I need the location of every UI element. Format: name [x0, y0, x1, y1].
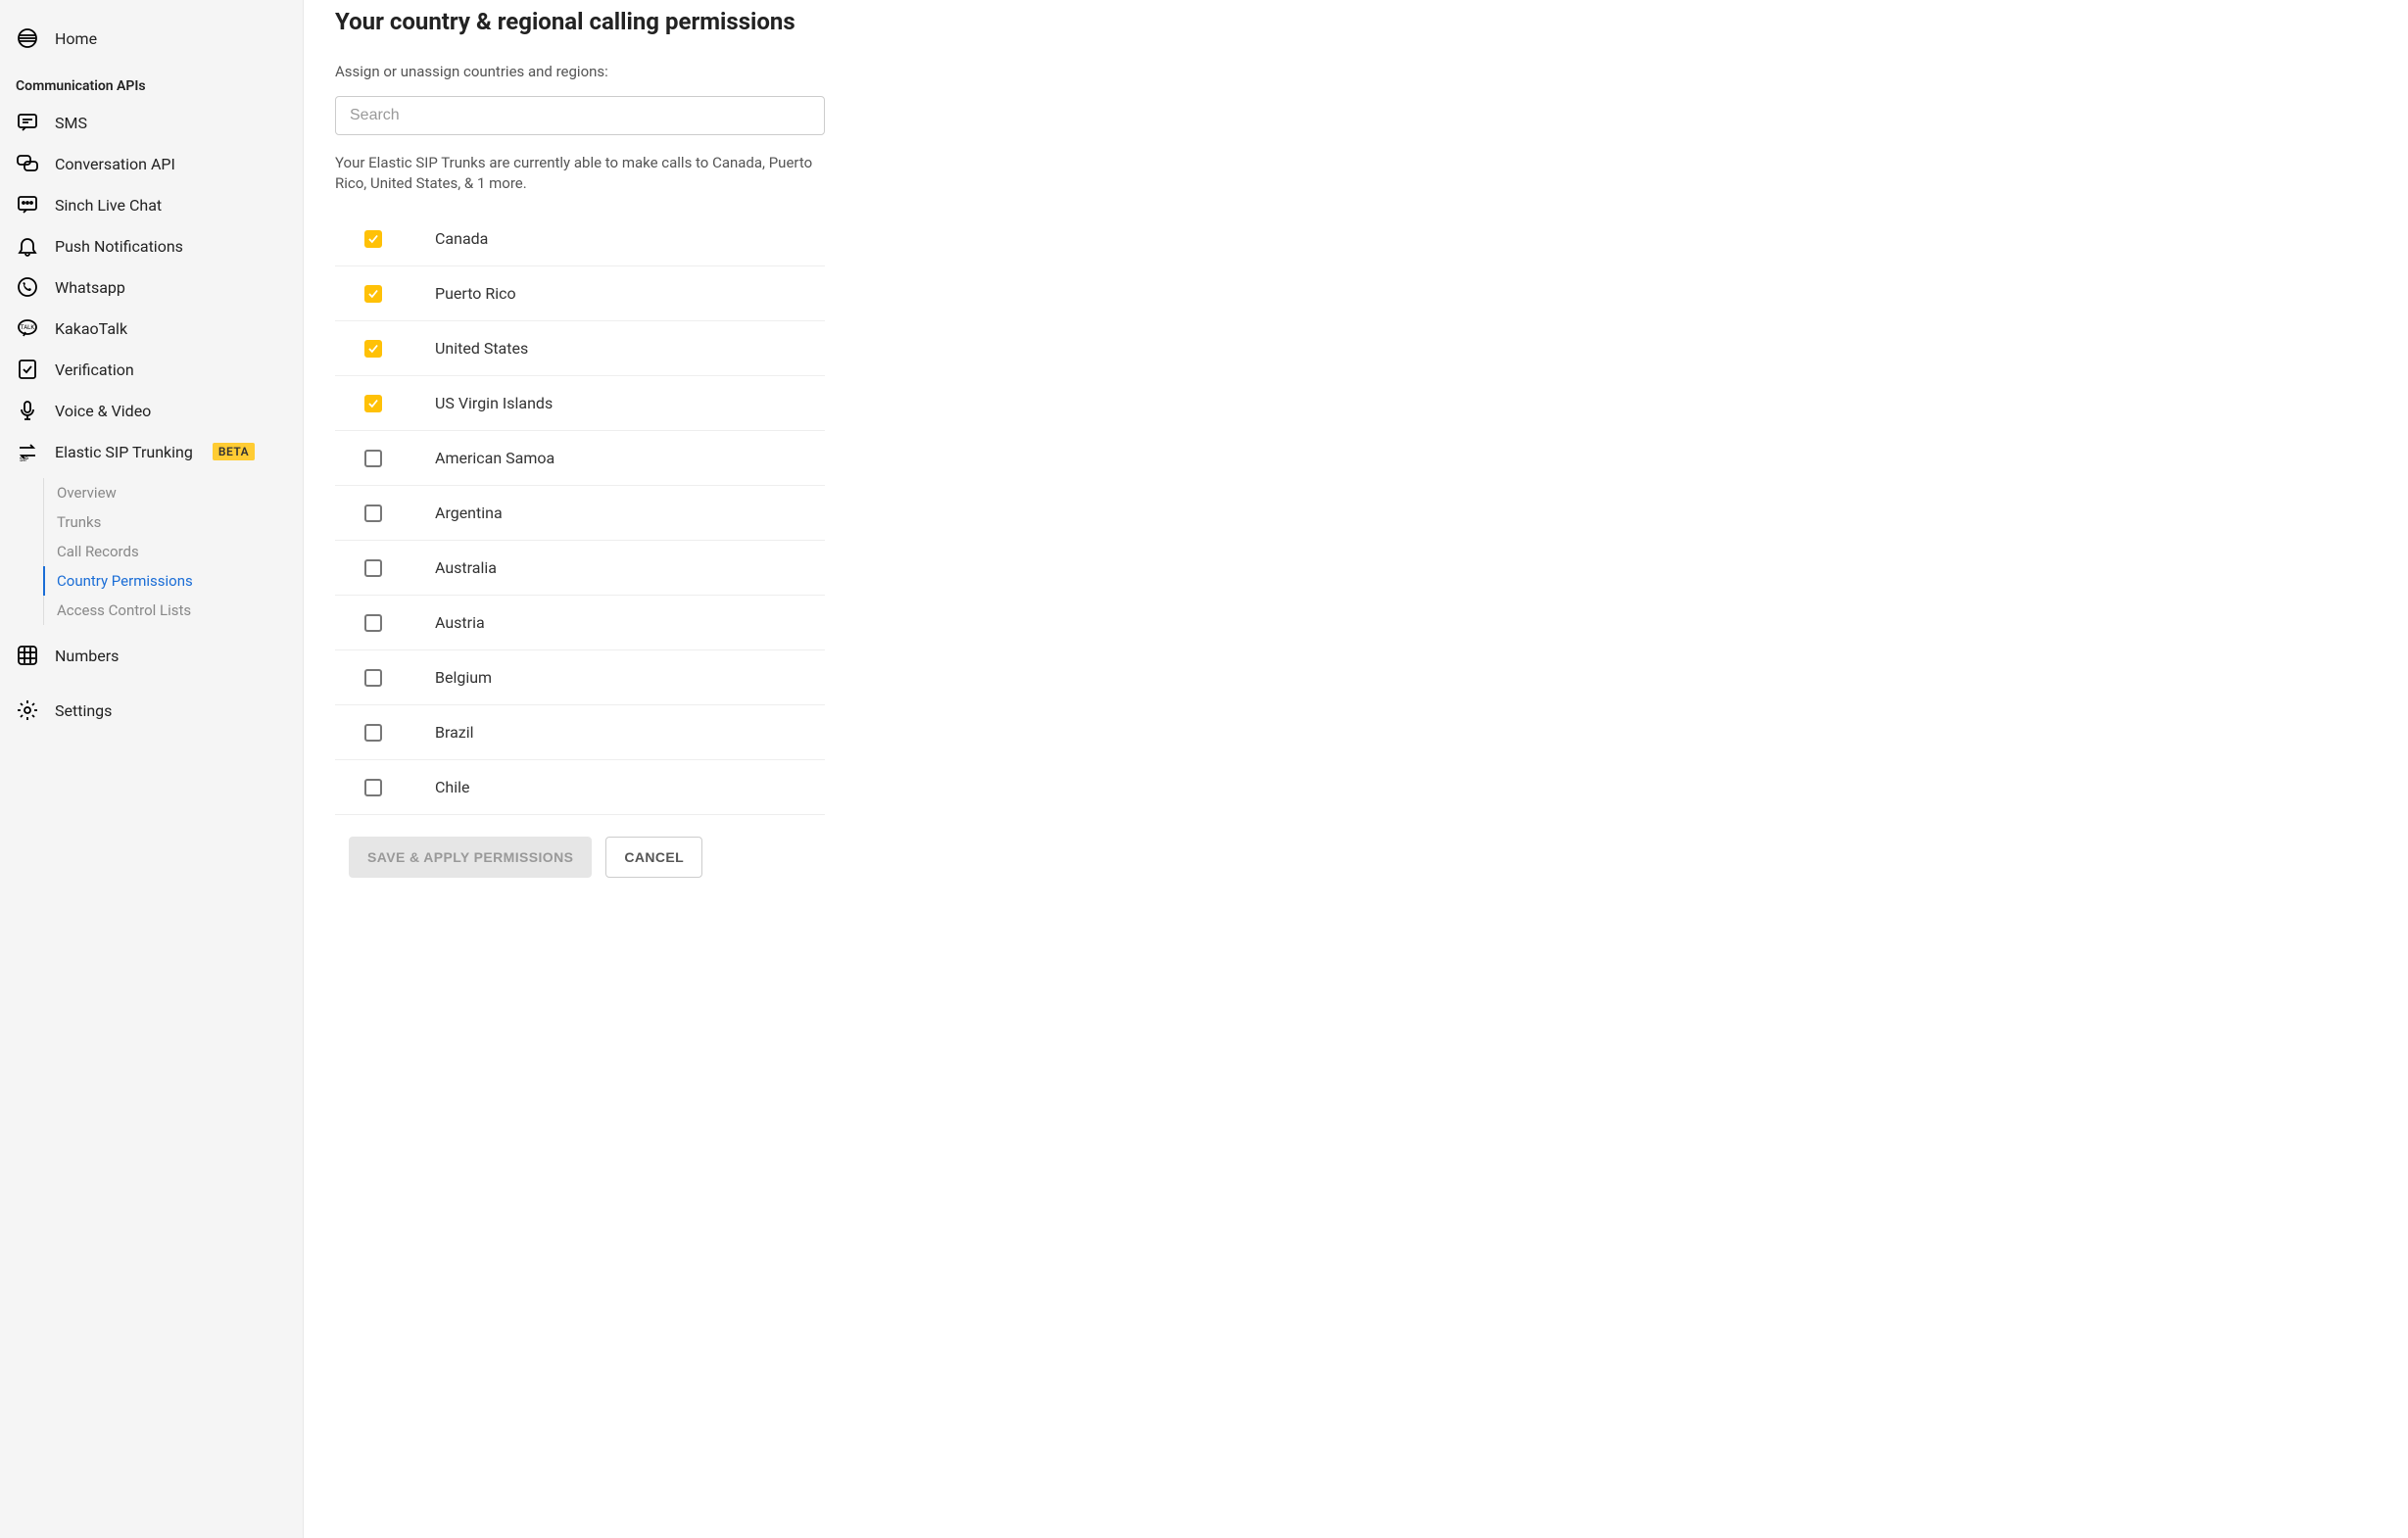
sidebar-item-label: Voice & Video	[55, 402, 151, 420]
country-name: Argentina	[435, 504, 503, 522]
sidebar-section-title: Communication APIs	[0, 59, 303, 102]
country-row: American Samoa	[335, 431, 825, 486]
country-checkbox[interactable]	[364, 614, 382, 632]
country-name: US Virgin Islands	[435, 394, 553, 412]
action-bar: SAVE & APPLY PERMISSIONS CANCEL	[335, 837, 1174, 878]
country-row: Austria	[335, 596, 825, 650]
country-checkbox[interactable]	[364, 395, 382, 412]
save-apply-button[interactable]: SAVE & APPLY PERMISSIONS	[349, 837, 592, 878]
country-name: Belgium	[435, 668, 492, 687]
country-name: Austria	[435, 613, 485, 632]
country-row: US Virgin Islands	[335, 376, 825, 431]
country-name: United States	[435, 339, 528, 358]
sidebar-item-label: Verification	[55, 360, 134, 379]
beta-badge: BETA	[213, 443, 255, 460]
search-input[interactable]	[335, 96, 825, 135]
sidebar-item-kakaotalk[interactable]: TALK KakaoTalk	[0, 308, 303, 349]
bell-icon	[16, 234, 39, 258]
sidebar-item-numbers[interactable]: Numbers	[0, 635, 303, 676]
country-row: United States	[335, 321, 825, 376]
country-row: Puerto Rico	[335, 266, 825, 321]
country-checkbox[interactable]	[364, 559, 382, 577]
sub-item-call-records[interactable]: Call Records	[43, 537, 303, 566]
sidebar-item-label: Push Notifications	[55, 237, 183, 256]
gear-icon	[16, 698, 39, 722]
sms-icon	[16, 111, 39, 134]
country-checkbox[interactable]	[364, 505, 382, 522]
sidebar-item-label: Settings	[55, 701, 112, 720]
status-text: Your Elastic SIP Trunks are currently ab…	[335, 153, 825, 194]
sidebar-item-voice-video[interactable]: Voice & Video	[0, 390, 303, 431]
country-checkbox[interactable]	[364, 340, 382, 358]
whatsapp-icon	[16, 275, 39, 299]
country-row: Canada	[335, 212, 825, 266]
sip-trunking-icon: SIP	[16, 440, 39, 463]
country-checkbox[interactable]	[364, 669, 382, 687]
country-row: Chile	[335, 760, 825, 815]
country-name: Brazil	[435, 723, 474, 742]
country-checkbox[interactable]	[364, 779, 382, 796]
country-checkbox[interactable]	[364, 230, 382, 248]
country-name: Australia	[435, 558, 497, 577]
country-checkbox[interactable]	[364, 724, 382, 742]
sidebar-item-label: Whatsapp	[55, 278, 125, 297]
country-row: Belgium	[335, 650, 825, 705]
country-row: Brazil	[335, 705, 825, 760]
page-subtitle: Assign or unassign countries and regions…	[335, 63, 1174, 80]
country-checkbox[interactable]	[364, 285, 382, 303]
sidebar: Home Communication APIs SMS Conversation…	[0, 0, 304, 1538]
country-row: Argentina	[335, 486, 825, 541]
country-name: Canada	[435, 229, 488, 248]
country-list: Canada Puerto Rico United States US Virgin …	[335, 212, 825, 815]
sub-item-trunks[interactable]: Trunks	[43, 507, 303, 537]
sidebar-item-label: Home	[55, 29, 97, 48]
page-title: Your country & regional calling permissi…	[335, 8, 1174, 35]
sub-item-overview[interactable]: Overview	[43, 478, 303, 507]
sub-item-access-control-lists[interactable]: Access Control Lists	[43, 596, 303, 625]
sidebar-item-whatsapp[interactable]: Whatsapp	[0, 266, 303, 308]
sidebar-item-label: Conversation API	[55, 155, 175, 173]
sidebar-item-home[interactable]: Home	[0, 18, 303, 59]
country-name: Puerto Rico	[435, 284, 516, 303]
sidebar-item-label: KakaoTalk	[55, 319, 127, 338]
sidebar-item-conversation-api[interactable]: Conversation API	[0, 143, 303, 184]
sidebar-item-verification[interactable]: Verification	[0, 349, 303, 390]
sidebar-item-label: Sinch Live Chat	[55, 196, 162, 215]
sub-item-country-permissions[interactable]: Country Permissions	[43, 566, 303, 596]
country-name: Chile	[435, 778, 470, 796]
livechat-icon	[16, 193, 39, 216]
cancel-button[interactable]: CANCEL	[605, 837, 702, 878]
svg-text:TALK: TALK	[21, 324, 34, 331]
sidebar-item-elastic-sip-trunking[interactable]: SIP Elastic SIP Trunking BETA	[0, 431, 303, 472]
sip-sub-nav: Overview Trunks Call Records Country Per…	[43, 478, 303, 625]
sidebar-item-settings[interactable]: Settings	[0, 690, 303, 731]
country-checkbox[interactable]	[364, 450, 382, 467]
voice-video-icon	[16, 399, 39, 422]
sidebar-item-sinch-live-chat[interactable]: Sinch Live Chat	[0, 184, 303, 225]
sidebar-item-sms[interactable]: SMS	[0, 102, 303, 143]
svg-text:SIP: SIP	[20, 457, 28, 463]
sidebar-item-label: Elastic SIP Trunking	[55, 443, 193, 461]
country-row: Australia	[335, 541, 825, 596]
country-name: American Samoa	[435, 449, 554, 467]
kakaotalk-icon: TALK	[16, 316, 39, 340]
sidebar-item-push-notifications[interactable]: Push Notifications	[0, 225, 303, 266]
verification-icon	[16, 358, 39, 381]
main-content: Your country & regional calling permissi…	[304, 0, 1205, 1538]
conversation-icon	[16, 152, 39, 175]
sidebar-item-label: SMS	[55, 114, 87, 132]
numbers-icon	[16, 644, 39, 667]
home-icon	[16, 26, 39, 50]
sidebar-item-label: Numbers	[55, 647, 119, 665]
